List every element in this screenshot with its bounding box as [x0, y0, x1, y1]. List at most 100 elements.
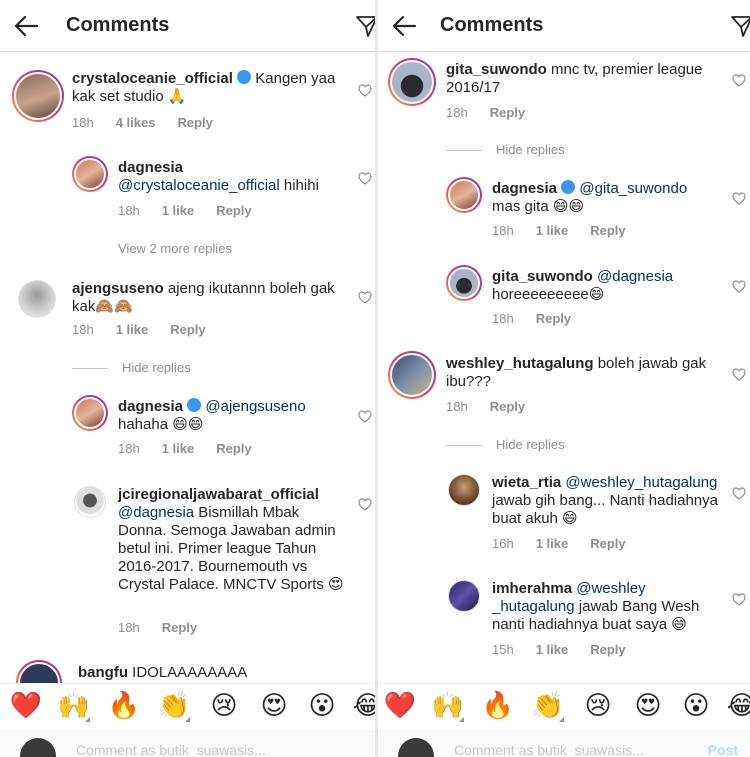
- comment-input[interactable]: Comment as butik_suawasis...: [454, 742, 644, 757]
- raising-hands-emoji-button[interactable]: 🙌: [430, 688, 466, 724]
- comment-username[interactable]: dagnesia: [118, 398, 183, 415]
- mention-link[interactable]: @crystaloceanie_official: [118, 177, 280, 194]
- mention-link[interactable]: @weshley_hutagalung: [565, 474, 717, 491]
- reply-button[interactable]: Reply: [216, 441, 251, 456]
- fire-emoji-button[interactable]: 🔥: [106, 688, 142, 724]
- avatar[interactable]: [446, 177, 482, 213]
- hide-replies-toggle[interactable]: Hide replies: [446, 142, 565, 157]
- heart-eyes-emoji-button[interactable]: 😍: [256, 688, 292, 724]
- reply-button[interactable]: Reply: [170, 322, 205, 337]
- comment-username[interactable]: dagnesia: [492, 180, 557, 197]
- comment-body: IDOLAAAAAAAA: [132, 664, 248, 681]
- like-heart-icon[interactable]: [358, 498, 372, 511]
- mention-link[interactable]: @dagnesia: [118, 504, 194, 521]
- surprised-emoji-button[interactable]: 😮: [678, 688, 714, 724]
- crying-emoji-button[interactable]: 😢: [206, 688, 242, 724]
- back-arrow-icon[interactable]: [390, 12, 418, 40]
- view-more-replies[interactable]: View 2 more replies: [118, 241, 232, 256]
- comment-time: 18h: [118, 620, 140, 635]
- share-icon[interactable]: [355, 14, 375, 38]
- reply-button[interactable]: Reply: [590, 536, 625, 551]
- comment-likes[interactable]: 4 likes: [116, 115, 156, 130]
- comment-username[interactable]: wieta_rtia: [492, 474, 561, 491]
- reply-button[interactable]: Reply: [490, 399, 525, 414]
- toggle-line: [446, 150, 482, 152]
- back-arrow-icon[interactable]: [12, 12, 40, 40]
- like-heart-icon[interactable]: [358, 172, 372, 185]
- avatar[interactable]: [448, 474, 480, 506]
- comment-composer: Comment as butik_suawasis... Post: [378, 731, 750, 757]
- like-heart-icon[interactable]: [732, 74, 746, 87]
- post-button[interactable]: Post: [708, 742, 738, 757]
- comment-username[interactable]: gita_suwondo: [492, 268, 593, 285]
- share-icon[interactable]: [730, 14, 750, 38]
- hide-replies-label: Hide replies: [496, 437, 565, 452]
- heart-emoji-button[interactable]: ❤️: [382, 688, 418, 724]
- like-heart-icon[interactable]: [732, 192, 746, 205]
- avatar[interactable]: [72, 395, 108, 431]
- comments-panel-right: Comments gita_suwondo mnc tv, premier le…: [378, 0, 750, 757]
- comment-username[interactable]: imherahma: [492, 580, 572, 597]
- avatar[interactable]: [74, 486, 106, 518]
- reply-button[interactable]: Reply: [590, 642, 625, 657]
- like-heart-icon[interactable]: [732, 280, 746, 293]
- comment-username[interactable]: weshley_hutagalung: [446, 355, 594, 372]
- mention-link[interactable]: @ajengsuseno: [205, 398, 305, 415]
- hide-replies-toggle[interactable]: Hide replies: [72, 360, 191, 375]
- avatar[interactable]: [18, 280, 56, 318]
- comment-text: dagnesia @gita_suwondo mas gita 😄😄: [492, 180, 724, 216]
- reply-button[interactable]: Reply: [216, 203, 251, 218]
- avatar[interactable]: [388, 58, 436, 106]
- reply-button[interactable]: Reply: [162, 620, 197, 635]
- comment-composer: Comment as butik_suawasis...: [0, 731, 375, 757]
- crying-emoji-button[interactable]: 😢: [580, 688, 616, 724]
- comment-username[interactable]: ajengsuseno: [72, 280, 164, 297]
- reply-button[interactable]: Reply: [536, 311, 571, 326]
- like-heart-icon[interactable]: [358, 291, 372, 304]
- header: Comments: [378, 0, 750, 52]
- mention-link[interactable]: @gita_suwondo: [579, 180, 687, 197]
- avatar[interactable]: [448, 580, 480, 612]
- comment-likes[interactable]: 1 like: [162, 203, 195, 218]
- avatar[interactable]: [12, 70, 64, 122]
- comment-username[interactable]: bangfu: [78, 664, 128, 681]
- avatar[interactable]: [446, 265, 482, 301]
- heart-eyes-emoji-button[interactable]: 😍: [630, 688, 666, 724]
- avatar[interactable]: [72, 156, 108, 192]
- fire-emoji-button[interactable]: 🔥: [480, 688, 516, 724]
- comment-username[interactable]: crystaloceanie_official: [72, 70, 233, 87]
- user-avatar: [398, 738, 434, 757]
- avatar[interactable]: [388, 351, 436, 399]
- comment-username[interactable]: dagnesia: [118, 159, 183, 176]
- like-heart-icon[interactable]: [732, 487, 746, 500]
- reply-button[interactable]: Reply: [590, 223, 625, 238]
- comment-username[interactable]: gita_suwondo: [446, 61, 547, 78]
- reply-button[interactable]: Reply: [490, 105, 525, 120]
- surprised-emoji-button[interactable]: 😮: [304, 688, 340, 724]
- raising-hands-emoji-button[interactable]: 🙌: [56, 688, 92, 724]
- like-heart-icon[interactable]: [732, 593, 746, 606]
- hide-replies-label: Hide replies: [122, 360, 191, 375]
- comment-username[interactable]: jciregionaljawabarat_official: [118, 486, 319, 503]
- clapping-emoji-button[interactable]: 👏: [530, 688, 566, 724]
- laughing-emoji-button[interactable]: 😂: [350, 688, 375, 724]
- mention-link[interactable]: @dagnesia: [597, 268, 673, 285]
- clapping-emoji-button[interactable]: 👏: [156, 688, 192, 724]
- comment-body: jawab gih bang... Nanti hadiahnya buat a…: [492, 492, 718, 527]
- like-heart-icon[interactable]: [358, 84, 372, 97]
- hide-replies-toggle[interactable]: Hide replies: [446, 437, 565, 452]
- reply-button[interactable]: Reply: [177, 115, 212, 130]
- comment-input[interactable]: Comment as butik_suawasis...: [76, 742, 266, 757]
- heart-emoji-button[interactable]: ❤️: [8, 688, 44, 724]
- comment-likes[interactable]: 1 like: [536, 642, 569, 657]
- comment-text: bangfu IDOLAAAAAAAA: [78, 664, 348, 682]
- like-heart-icon[interactable]: [732, 368, 746, 381]
- like-heart-icon[interactable]: [358, 410, 372, 423]
- comment-likes[interactable]: 1 like: [162, 441, 195, 456]
- laughing-emoji-button[interactable]: 😂: [724, 688, 750, 724]
- comment-likes[interactable]: 1 like: [116, 322, 149, 337]
- comment-likes[interactable]: 1 like: [536, 223, 569, 238]
- verified-icon: [187, 398, 202, 412]
- comment-likes[interactable]: 1 like: [536, 536, 569, 551]
- comment-meta: 18h 1 like Reply: [72, 322, 228, 337]
